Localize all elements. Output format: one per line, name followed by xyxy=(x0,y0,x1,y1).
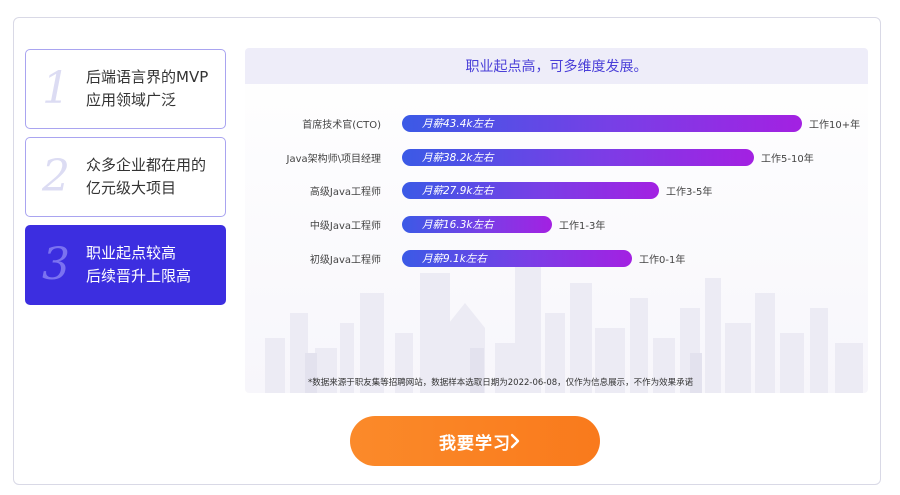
tab-text: 后端语言界的MVP 应用领域广泛 xyxy=(86,66,208,112)
tab-text: 众多企业都在用的 亿元级大项目 xyxy=(86,154,206,200)
panel-title: 职业起点高，可多维度发展。 xyxy=(245,48,868,84)
data-source-note: *数据来源于职友集等招聘网站，数据样本选取日期为2022-06-08，仅作为信息… xyxy=(308,378,694,388)
tab-career[interactable]: 3 职业起点较高 后续晋升上限高 xyxy=(25,225,226,305)
tab-mvp[interactable]: 1 后端语言界的MVP 应用领域广泛 xyxy=(25,49,226,129)
learn-button-label: 我要学习 xyxy=(439,433,511,454)
tab-number: 3 xyxy=(42,239,70,290)
salary-value-label: 月薪27.9k左右 xyxy=(422,185,494,197)
tab-number: 2 xyxy=(42,151,70,202)
salary-value-label: 月薪43.4k左右 xyxy=(422,118,494,130)
chevron-right-icon xyxy=(510,433,520,449)
salary-bar: 月薪38.2k左右 xyxy=(402,149,754,166)
tab-line2: 后续晋升上限高 xyxy=(86,267,192,285)
role-label: 高级Java工程师 xyxy=(309,187,381,198)
salary-row: Java架构师\项目经理 月薪38.2k左右 工作5-10年 xyxy=(245,148,868,168)
salary-bar: 月薪16.3k左右 xyxy=(402,216,552,233)
salary-panel: 职业起点高，可多维度发展。 首席技术官(CTO) 月薪43.4k左右 工作10+年 J… xyxy=(245,48,868,393)
salary-row: 中级Java工程师 月薪16.3k左右 工作1-3年 xyxy=(245,215,868,235)
role-label: Java架构师\项目经理 xyxy=(286,154,382,165)
tab-number: 1 xyxy=(42,63,70,114)
role-label: 首席技术官(CTO) xyxy=(302,120,381,131)
salary-bar: 月薪9.1k左右 xyxy=(402,250,632,267)
tab-line1: 后端语言界的MVP xyxy=(86,68,209,86)
salary-value-label: 月薪38.2k左右 xyxy=(422,152,494,164)
role-label: 初级Java工程师 xyxy=(309,255,381,266)
learn-button[interactable]: 我要学习 xyxy=(350,416,600,466)
salary-row: 初级Java工程师 月薪9.1k左右 工作0-1年 xyxy=(245,249,868,269)
city-skyline-illustration xyxy=(265,263,863,393)
tab-line1: 职业起点较高 xyxy=(86,244,177,262)
salary-bar: 月薪43.4k左右 xyxy=(402,115,802,132)
salary-bar: 月薪27.9k左右 xyxy=(402,182,659,199)
tab-line1: 众多企业都在用的 xyxy=(86,156,207,174)
salary-value-label: 月薪9.1k左右 xyxy=(422,253,487,265)
role-label: 中级Java工程师 xyxy=(309,221,381,232)
tab-text: 职业起点较高 后续晋升上限高 xyxy=(86,242,191,288)
tab-line2: 应用领域广泛 xyxy=(86,91,177,109)
experience-label: 工作0-1年 xyxy=(639,255,686,266)
tab-enterprise[interactable]: 2 众多企业都在用的 亿元级大项目 xyxy=(25,137,226,217)
salary-row: 高级Java工程师 月薪27.9k左右 工作3-5年 xyxy=(245,181,868,201)
tab-line2: 亿元级大项目 xyxy=(86,179,177,197)
experience-label: 工作10+年 xyxy=(809,120,861,131)
experience-label: 工作3-5年 xyxy=(666,187,713,198)
experience-label: 工作5-10年 xyxy=(761,154,814,165)
salary-row: 首席技术官(CTO) 月薪43.4k左右 工作10+年 xyxy=(245,114,868,134)
salary-value-label: 月薪16.3k左右 xyxy=(422,219,494,231)
experience-label: 工作1-3年 xyxy=(559,221,606,232)
